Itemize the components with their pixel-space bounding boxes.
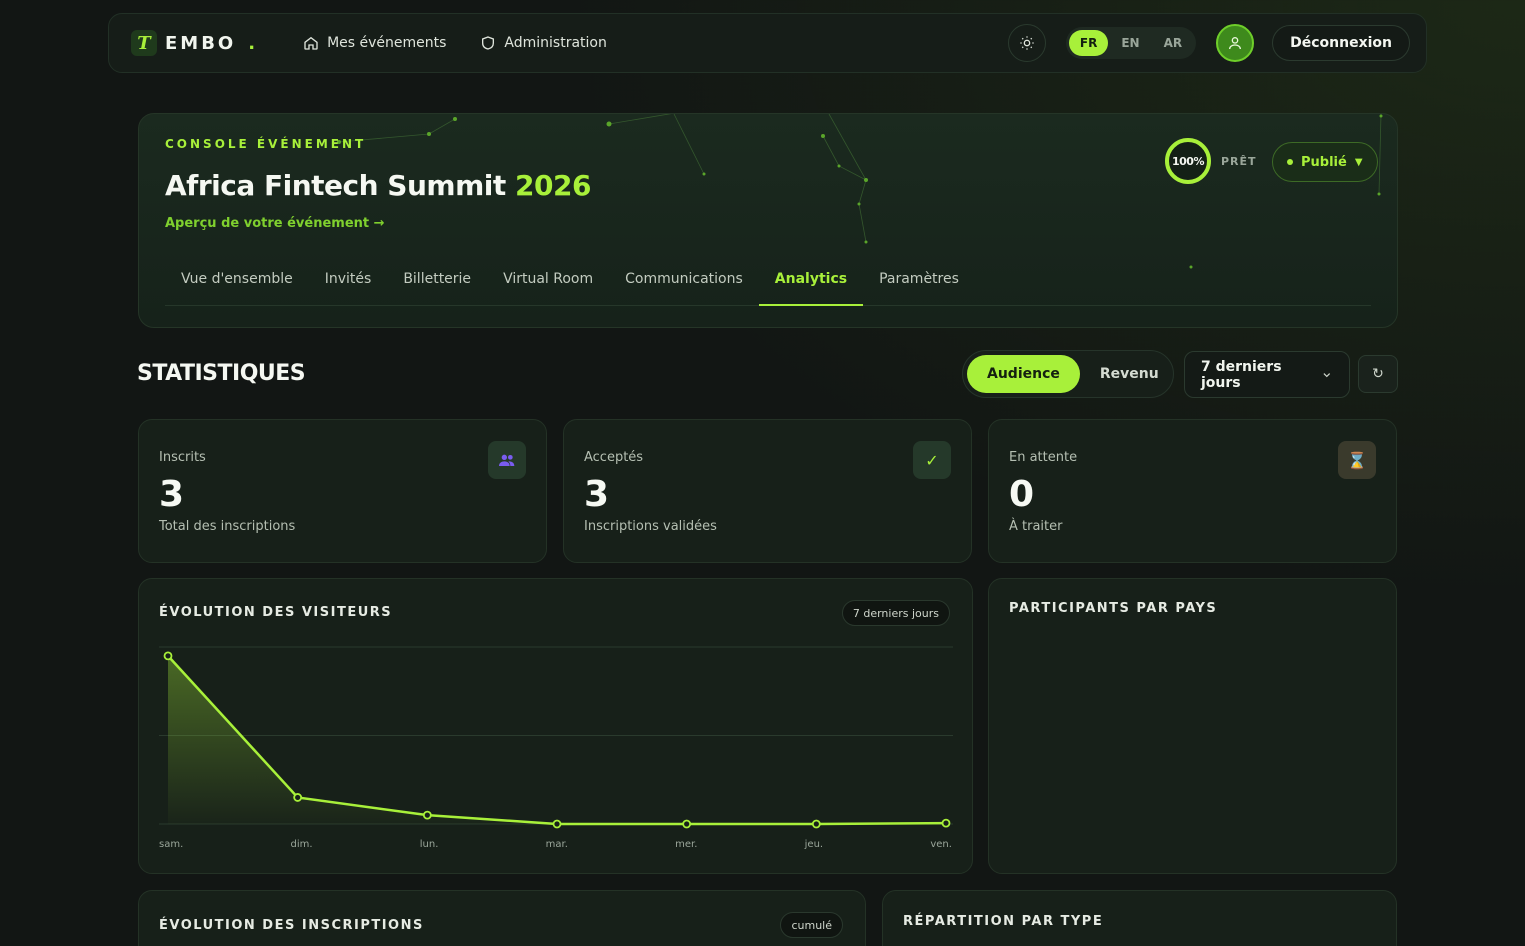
data-point-mar.[interactable] — [552, 819, 562, 829]
kpi-value: 3 — [159, 474, 185, 515]
x-tick-label: mer. — [675, 839, 698, 850]
date-range-value: 7 derniers jours — [1201, 358, 1282, 391]
event-preview-link[interactable]: Aperçu de votre événement → — [165, 216, 385, 231]
console-kicker: CONSOLE ÉVÉNEMENT — [165, 137, 367, 151]
x-tick-label: jeu. — [804, 839, 824, 850]
kpi-subtitle: Total des inscriptions — [159, 519, 296, 534]
data-point-jeu.[interactable] — [811, 819, 821, 829]
x-axis-labels: sam. dim. lun. mar. mer. jeu. ven. — [159, 839, 952, 850]
visitors-area-fill — [168, 655, 946, 824]
nav-link-label: Mes événements — [327, 35, 447, 51]
country-panel-title: PARTICIPANTS PAR PAYS — [1009, 601, 1218, 616]
top-navigation: T EMBO . Mes événements Administration F… — [108, 13, 1427, 73]
kpi-subtitle: Inscriptions validées — [584, 519, 717, 534]
x-tick-label: mar. — [545, 839, 568, 850]
participants-by-country-panel: PARTICIPANTS PAR PAYS — [988, 578, 1397, 874]
nav-link-label: Administration — [504, 35, 607, 51]
user-avatar[interactable] — [1216, 24, 1255, 62]
lang-ar[interactable]: AR — [1153, 30, 1194, 56]
readiness-label: PRÊT — [1221, 154, 1257, 168]
event-year: 2026 — [515, 169, 591, 202]
event-name: Africa Fintech Summit — [165, 169, 506, 202]
x-tick-label: dim. — [290, 839, 313, 850]
check-icon: ✓ — [913, 441, 951, 479]
lang-en[interactable]: EN — [1110, 30, 1150, 56]
readiness-indicator: 100% PRÊT — [1165, 138, 1257, 184]
publish-status-dropdown[interactable]: Publié ▼ — [1272, 142, 1378, 182]
data-point-sam.[interactable] — [163, 651, 173, 661]
users-icon — [488, 441, 526, 479]
language-switcher: FR EN AR — [1065, 27, 1197, 59]
visitors-line-chart — [159, 646, 953, 829]
tab-guests[interactable]: Invités — [309, 264, 388, 306]
console-tabs: Vue d'ensemble Invités Billetterie Virtu… — [165, 264, 1371, 306]
status-dot-icon — [1287, 159, 1293, 165]
kpi-card-pending: En attente 0 À traiter ⌛ — [988, 419, 1397, 563]
caret-down-icon: ▼ — [1354, 156, 1363, 168]
sun-icon — [1020, 36, 1034, 50]
data-point-ven.[interactable] — [941, 818, 951, 828]
brand-logo[interactable]: T EMBO . — [131, 30, 255, 56]
refresh-button[interactable]: ↻ — [1358, 355, 1398, 393]
tab-settings[interactable]: Paramètres — [863, 264, 975, 306]
metric-segmented-control: Audience Revenu — [962, 350, 1174, 398]
registrations-chart-panel: ÉVOLUTION DES INSCRIPTIONS cumulé — [138, 890, 866, 946]
lang-fr[interactable]: FR — [1068, 30, 1109, 56]
brand-name: EMBO — [165, 32, 237, 54]
kpi-label: Acceptés — [584, 450, 644, 465]
user-icon — [1229, 37, 1242, 50]
logo-icon: T — [131, 30, 157, 56]
refresh-icon: ↻ — [1372, 366, 1384, 382]
shield-icon — [482, 36, 495, 50]
segment-revenue[interactable]: Revenu — [1080, 355, 1179, 393]
x-tick-label: ven. — [930, 839, 952, 850]
logout-button[interactable]: Déconnexion — [1272, 25, 1410, 61]
nav-link-my-events[interactable]: Mes événements — [303, 35, 446, 51]
readiness-ring: 100% — [1165, 138, 1211, 184]
visitors-chart-panel: ÉVOLUTION DES VISITEURS 7 derniers jours… — [138, 578, 973, 874]
tab-overview[interactable]: Vue d'ensemble — [165, 264, 309, 306]
tab-analytics[interactable]: Analytics — [758, 264, 864, 306]
event-title: Africa Fintech Summit 2026 — [165, 169, 591, 202]
segment-audience[interactable]: Audience — [967, 355, 1080, 393]
theme-toggle-button[interactable] — [1007, 24, 1046, 62]
x-tick-label: lun. — [419, 839, 439, 850]
kpi-label: En attente — [1009, 450, 1078, 465]
tab-communications[interactable]: Communications — [609, 264, 759, 306]
kpi-value: 3 — [584, 474, 610, 515]
type-breakdown-panel: RÉPARTITION PAR TYPE — [882, 890, 1397, 946]
chevron-down-icon — [1323, 372, 1331, 377]
registrations-chart-title: ÉVOLUTION DES INSCRIPTIONS — [159, 918, 424, 933]
brand-dot: . — [248, 32, 256, 54]
kpi-card-accepted: Acceptés 3 Inscriptions validées ✓ — [563, 419, 972, 563]
data-point-dim.[interactable] — [293, 793, 303, 802]
tab-virtual-room[interactable]: Virtual Room — [487, 264, 609, 306]
tab-ticketing[interactable]: Billetterie — [387, 264, 487, 306]
hourglass-icon: ⌛ — [1338, 441, 1376, 479]
x-tick-label: sam. — [159, 839, 184, 850]
home-icon — [304, 36, 318, 50]
cumulative-chip: cumulé — [780, 912, 843, 938]
kpi-subtitle: À traiter — [1009, 519, 1063, 534]
data-point-mer.[interactable] — [682, 819, 692, 829]
statistics-title: STATISTIQUES — [137, 361, 306, 386]
kpi-label: Inscrits — [159, 450, 206, 465]
kpi-value: 0 — [1009, 474, 1035, 515]
kpi-card-registered: Inscrits 3 Total des inscriptions — [138, 419, 547, 563]
type-panel-title: RÉPARTITION PAR TYPE — [903, 914, 1104, 929]
event-console-card: CONSOLE ÉVÉNEMENT Africa Fintech Summit … — [138, 113, 1398, 328]
publish-status-label: Publié — [1301, 154, 1347, 170]
date-range-select[interactable]: 7 derniers jours — [1184, 351, 1350, 398]
nav-link-administration[interactable]: Administration — [480, 35, 607, 51]
data-point-lun.[interactable] — [422, 810, 432, 820]
